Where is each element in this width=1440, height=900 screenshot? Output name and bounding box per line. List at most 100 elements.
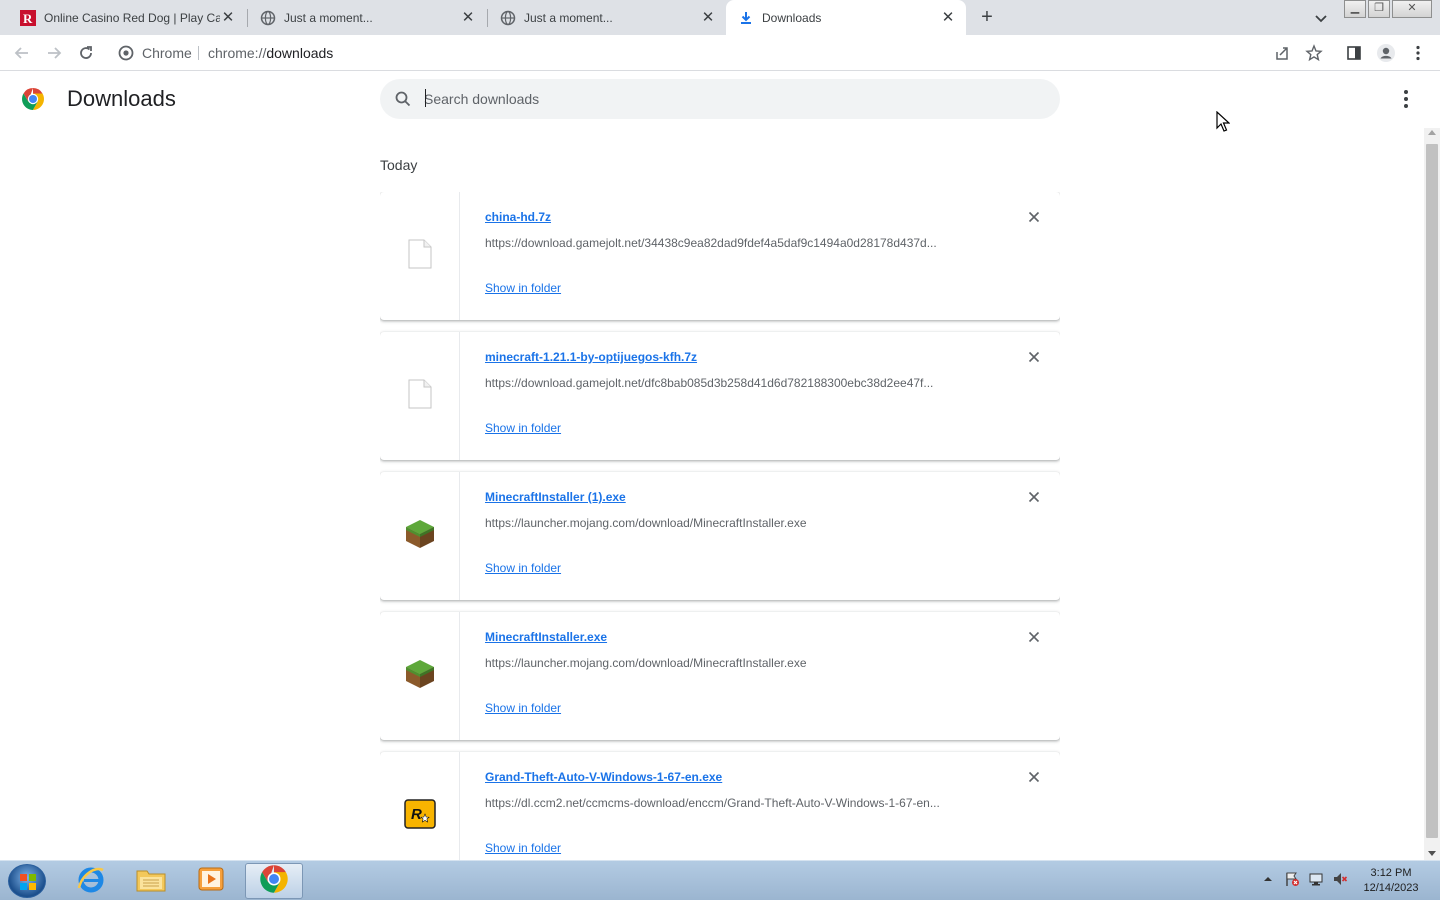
scrollbar-thumb[interactable] (1426, 144, 1438, 838)
page-title: Downloads (67, 86, 176, 111)
close-tab-icon[interactable]: ✕ (460, 9, 476, 26)
rockstar-logo-icon: R (403, 798, 436, 834)
minecraft-grass-block-icon (404, 658, 436, 695)
chrome-logo-icon (21, 87, 45, 111)
minimize-window-icon[interactable]: ▁ (1344, 0, 1366, 18)
download-file-name-link[interactable]: MinecraftInstaller.exe (485, 630, 607, 644)
back-arrow-icon[interactable] (12, 43, 32, 63)
internet-explorer-icon (76, 864, 106, 899)
tab-title: Just a moment... (524, 10, 613, 25)
svg-text:R: R (23, 11, 33, 26)
show-in-folder-link[interactable]: Show in folder (485, 701, 561, 715)
downloads-list: china-hd.7z https://download.gamejolt.ne… (380, 192, 1060, 860)
tab-just-a-moment-1[interactable]: Just a moment... ✕ (248, 0, 486, 35)
chrome-page-icon (118, 45, 134, 61)
search-icon (394, 90, 412, 108)
svg-text:R: R (411, 806, 422, 823)
reddog-logo-icon: R (20, 9, 36, 26)
remove-download-icon[interactable] (1026, 489, 1042, 505)
new-tab-button[interactable]: + (976, 7, 998, 29)
download-item: MinecraftInstaller.exe https://launcher.… (380, 612, 1060, 740)
tab-downloads[interactable]: Downloads ✕ (726, 0, 966, 35)
file-explorer-icon (135, 865, 167, 898)
download-item: R Grand-Theft-Auto-V-Windows-1-67-en.exe… (380, 752, 1060, 860)
tab-just-a-moment-2[interactable]: Just a moment... ✕ (488, 0, 726, 35)
show-in-folder-link[interactable]: Show in folder (485, 561, 561, 575)
page-scrollbar[interactable] (1424, 128, 1440, 860)
windows-start-button[interactable] (8, 864, 46, 898)
download-source-url[interactable]: https://dl.ccm2.net/ccmcms-download/encc… (485, 796, 985, 810)
address-bar[interactable]: Chrome chrome://downloads (110, 38, 1306, 68)
clock-date: 12/14/2023 (1363, 882, 1419, 894)
side-panel-icon[interactable] (1344, 43, 1364, 63)
volume-muted-icon[interactable] (1332, 871, 1348, 887)
tab-search-chevron-icon[interactable] (1312, 9, 1330, 27)
remove-download-icon[interactable] (1026, 209, 1042, 225)
download-source-url[interactable]: https://launcher.mojang.com/download/Min… (485, 656, 985, 670)
share-icon[interactable] (1272, 43, 1292, 63)
chrome-icon (259, 864, 289, 899)
text-caret (425, 89, 426, 107)
tab-title: Online Casino Red Dog | Play Ca (44, 10, 220, 25)
download-source-url[interactable]: https://download.gamejolt.net/34438c9ea8… (485, 236, 985, 250)
remove-download-icon[interactable] (1026, 349, 1042, 365)
taskbar-chrome[interactable] (245, 863, 303, 899)
omnibox-origin-label: Chrome (142, 45, 192, 61)
browser-menu-icon[interactable] (1408, 43, 1428, 63)
close-tab-icon[interactable]: ✕ (220, 9, 236, 26)
download-item: china-hd.7z https://download.gamejolt.ne… (380, 192, 1060, 320)
download-source-url[interactable]: https://download.gamejolt.net/dfc8bab085… (485, 376, 985, 390)
bookmark-star-icon[interactable] (1304, 43, 1324, 63)
download-source-url[interactable]: https://launcher.mojang.com/download/Min… (485, 516, 985, 530)
download-file-name-link[interactable]: china-hd.7z (485, 210, 551, 224)
close-window-icon[interactable]: ✕ (1392, 0, 1432, 18)
reload-icon[interactable] (76, 43, 96, 63)
network-icon[interactable] (1308, 871, 1324, 887)
globe-icon (500, 10, 516, 26)
file-icon-column: R (380, 752, 460, 860)
file-icon-column (380, 612, 460, 740)
scroll-down-arrow-icon[interactable] (1428, 851, 1436, 856)
download-file-name-link[interactable]: Grand-Theft-Auto-V-Windows-1-67-en.exe (485, 770, 722, 784)
search-downloads-box[interactable] (380, 79, 1060, 119)
remove-download-icon[interactable] (1026, 629, 1042, 645)
windows-taskbar: 3:12 PM 12/14/2023 (0, 860, 1440, 900)
downloads-more-actions-icon[interactable] (1396, 88, 1416, 110)
download-item: MinecraftInstaller (1).exe https://launc… (380, 472, 1060, 600)
close-tab-icon[interactable]: ✕ (700, 9, 716, 26)
omnibox-url: chrome://downloads (208, 45, 334, 61)
file-icon-column (380, 332, 460, 460)
close-tab-icon[interactable]: ✕ (940, 9, 956, 26)
show-in-folder-link[interactable]: Show in folder (485, 841, 561, 855)
file-icon-column (380, 472, 460, 600)
taskbar-clock[interactable]: 3:12 PM 12/14/2023 (1356, 866, 1426, 896)
download-file-name-link[interactable]: MinecraftInstaller (1).exe (485, 490, 626, 504)
clock-time: 3:12 PM (1370, 867, 1412, 879)
mouse-pointer-icon (1216, 110, 1231, 133)
file-icon-column (380, 192, 460, 320)
search-downloads-input[interactable] (424, 89, 1024, 109)
forward-arrow-icon[interactable] (44, 43, 64, 63)
tab-reddog[interactable]: R Online Casino Red Dog | Play Ca ✕ (8, 0, 246, 35)
tab-title: Just a moment... (284, 10, 373, 25)
profile-avatar-icon[interactable] (1376, 43, 1396, 63)
tab-strip: R Online Casino Red Dog | Play Ca ✕ Just… (0, 0, 1440, 35)
scroll-up-arrow-icon[interactable] (1428, 130, 1436, 135)
download-file-name-link[interactable]: minecraft-1.21.1-by-optijuegos-kfh.7z (485, 350, 697, 364)
media-player-icon (196, 865, 226, 898)
generic-file-icon (408, 239, 432, 274)
download-icon (738, 10, 754, 26)
show-in-folder-link[interactable]: Show in folder (485, 421, 561, 435)
action-center-flag-icon[interactable] (1284, 871, 1300, 887)
taskbar-media-player[interactable] (182, 863, 240, 899)
taskbar-file-explorer[interactable] (122, 863, 180, 899)
restore-window-icon[interactable]: ❐ (1368, 0, 1390, 18)
remove-download-icon[interactable] (1026, 769, 1042, 785)
tab-title: Downloads (762, 10, 822, 25)
show-hidden-icons-icon[interactable] (1260, 871, 1276, 887)
generic-file-icon (408, 379, 432, 414)
omnibox-divider (198, 46, 199, 60)
date-section-label: Today (380, 157, 418, 173)
show-in-folder-link[interactable]: Show in folder (485, 281, 561, 295)
taskbar-internet-explorer[interactable] (62, 863, 120, 899)
